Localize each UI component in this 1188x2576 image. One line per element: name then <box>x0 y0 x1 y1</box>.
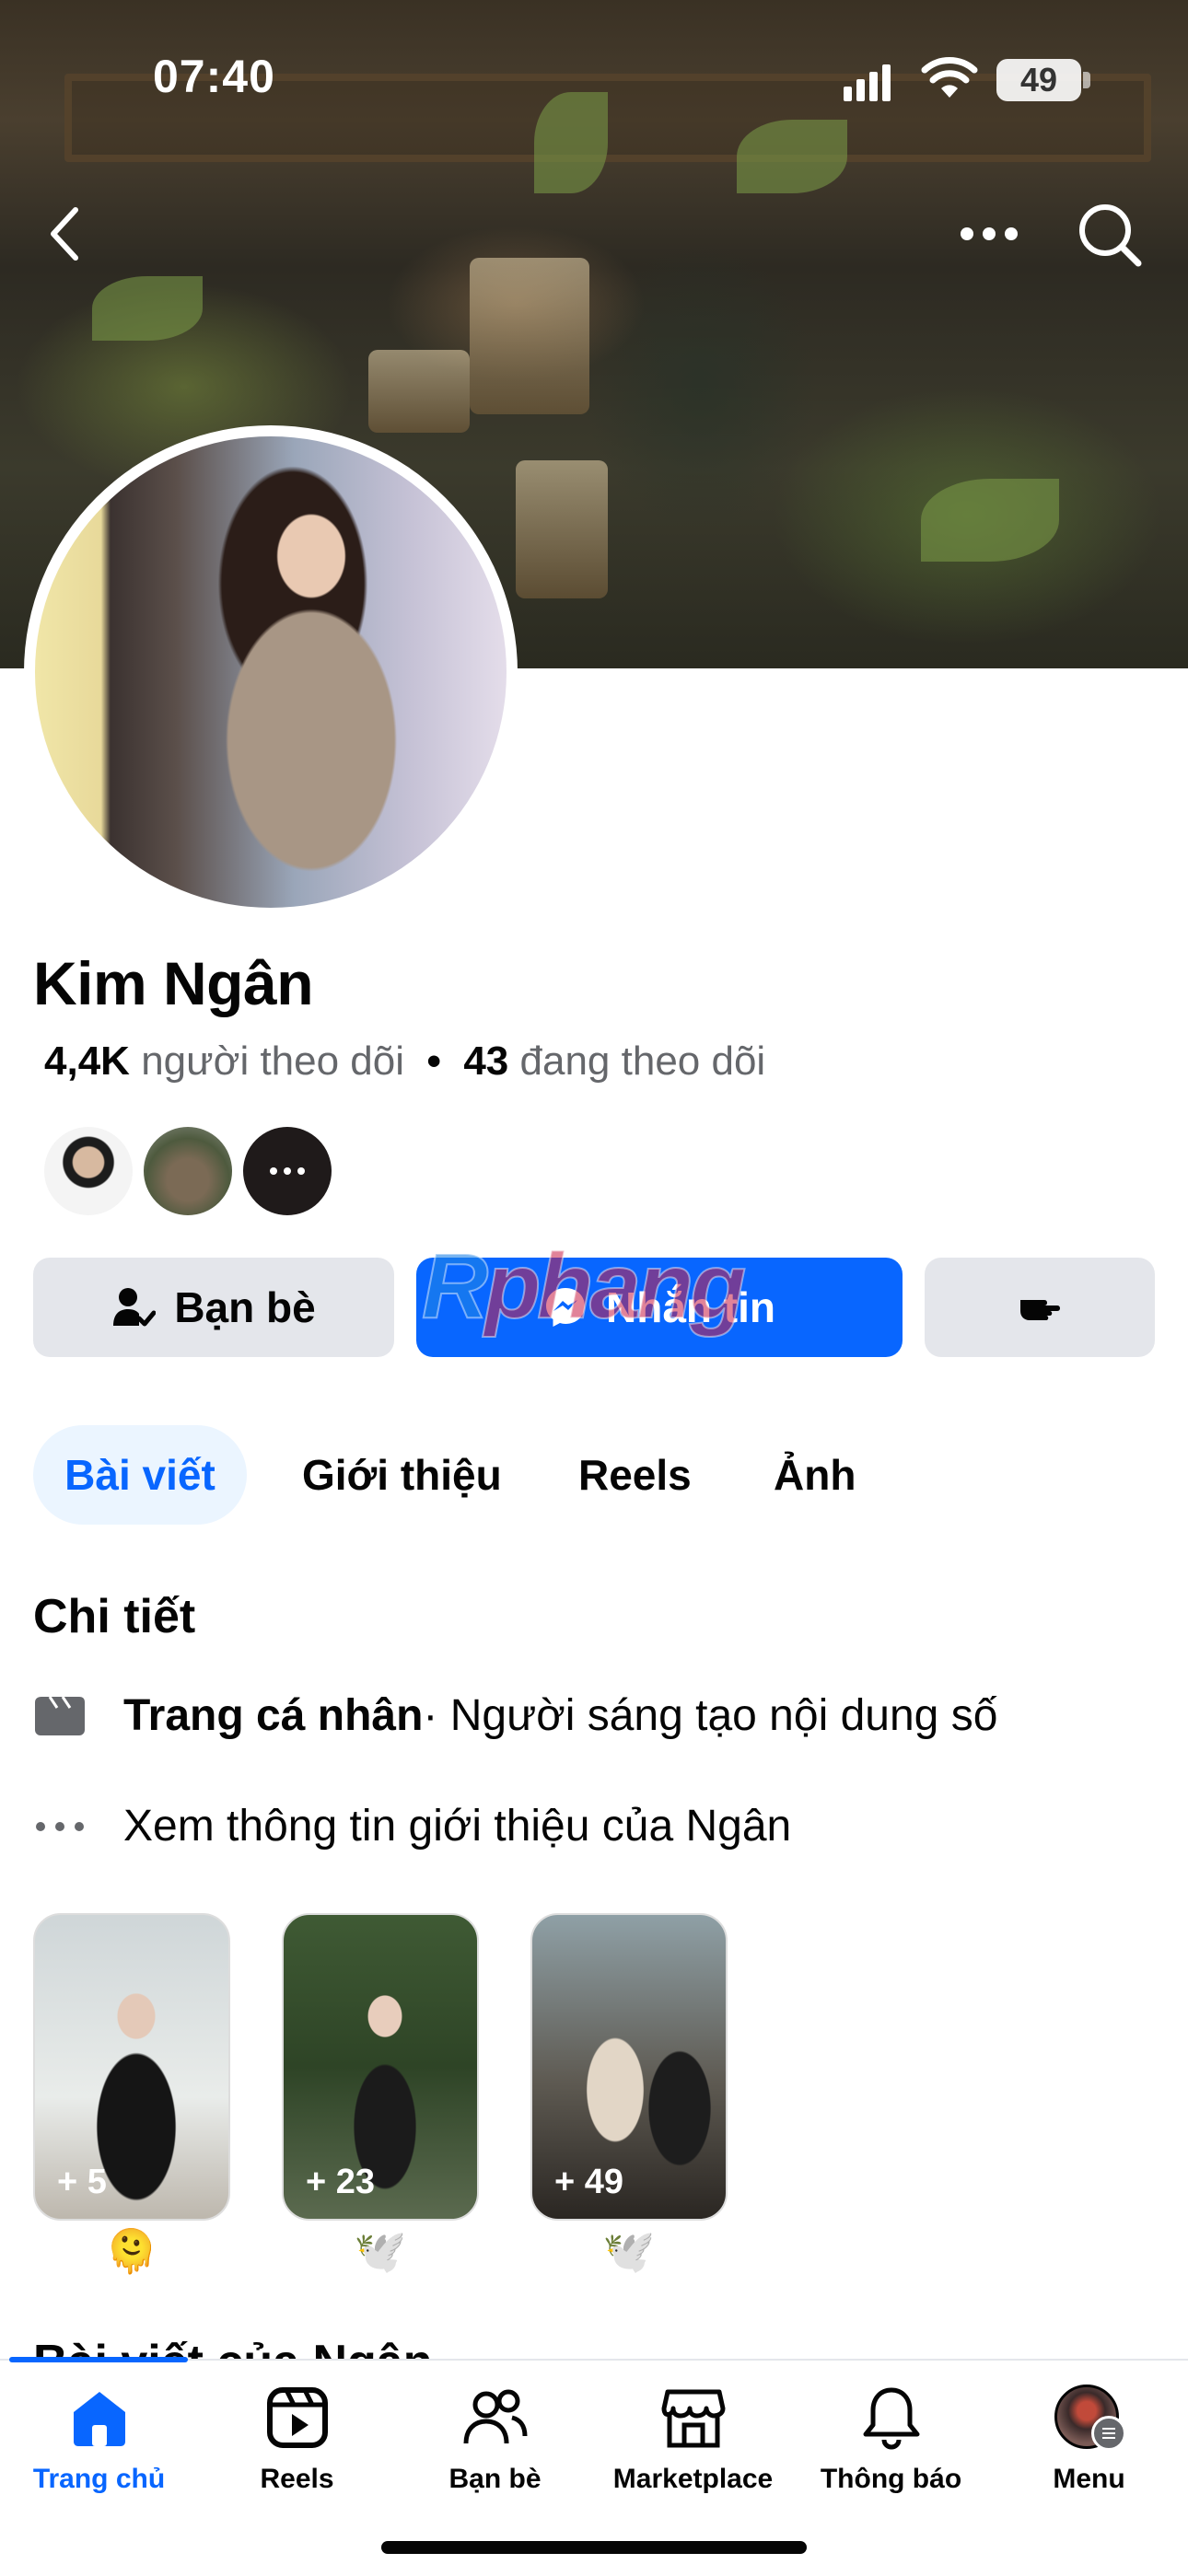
message-button[interactable]: Nhắn tin <box>416 1258 903 1357</box>
see-about-label: Xem thông tin giới thiệu của Ngân <box>123 1802 792 1851</box>
followers-count: 4,4K <box>44 1039 130 1084</box>
home-icon <box>73 2392 125 2446</box>
cellular-signal-icon <box>844 64 891 101</box>
page-type-row: Trang cá nhân · Người sáng tạo nội dung … <box>33 1690 997 1741</box>
page-category-icon <box>35 1695 85 1735</box>
profile-name: Kim Ngân <box>33 949 314 1017</box>
battery-indicator: 49 <box>996 59 1081 101</box>
friends-button-label: Bạn bè <box>174 1283 316 1331</box>
story-highlight[interactable]: + 49 <box>530 1913 728 2221</box>
following-count: 43 <box>463 1039 509 1084</box>
nav-label: Thông báo <box>820 2464 962 2494</box>
highlight-emoji: 🫠 <box>105 2227 158 2275</box>
details-heading: Chi tiết <box>33 1590 196 1643</box>
ellipsis-icon <box>270 1167 305 1175</box>
friends-icon <box>463 2389 527 2444</box>
wifi-icon <box>921 57 978 98</box>
highlight-emoji: 🕊️ <box>354 2227 407 2275</box>
tab-photos[interactable]: Ảnh <box>774 1425 856 1525</box>
nav-notifications[interactable]: Thông báo <box>792 2385 990 2495</box>
page-type-bold: Trang cá nhân <box>123 1691 424 1740</box>
tab-about[interactable]: Giới thiệu <box>302 1425 502 1525</box>
friends-button[interactable]: Bạn bè <box>33 1258 394 1357</box>
follow-stats[interactable]: 4,4K người theo dõi • 43 đang theo dõi <box>44 1039 765 1085</box>
cover-decor <box>368 350 470 433</box>
home-indicator <box>381 2541 807 2554</box>
cover-decor <box>737 120 847 193</box>
nav-home[interactable]: Trang chủ <box>0 2385 198 2495</box>
tab-reels[interactable]: Reels <box>578 1425 692 1525</box>
menu-badge-icon <box>1090 2416 1126 2451</box>
nav-label: Marketplace <box>612 2464 774 2494</box>
nav-label: Menu <box>1053 2464 1125 2494</box>
reels-icon <box>266 2387 328 2448</box>
stats-separator: • <box>426 1039 441 1084</box>
menu-avatar <box>1053 2385 1126 2451</box>
nav-label: Reels <box>260 2464 334 2494</box>
nav-active-indicator <box>9 2357 188 2362</box>
highlight-count: + 49 <box>554 2163 624 2201</box>
nav-label: Bạn bè <box>448 2464 542 2494</box>
nav-menu[interactable]: Menu <box>990 2385 1188 2495</box>
profile-avatar[interactable] <box>35 436 507 908</box>
highlight-emoji: 🕊️ <box>602 2227 656 2275</box>
mutual-friend-avatar[interactable] <box>140 1123 236 1219</box>
back-arrow-icon[interactable] <box>46 204 83 263</box>
battery-tip <box>1083 72 1090 88</box>
cover-decor <box>534 92 608 193</box>
nav-friends[interactable]: Bạn bè <box>396 2385 594 2495</box>
nav-marketplace[interactable]: Marketplace <box>594 2385 792 2495</box>
tab-posts[interactable]: Bài viết <box>33 1425 247 1525</box>
marketplace-icon <box>661 2389 725 2448</box>
search-icon[interactable] <box>1076 201 1144 269</box>
page-type-rest: · Người sáng tạo nội dung số <box>423 1691 998 1740</box>
more-actions-button[interactable] <box>925 1258 1155 1357</box>
following-label: đang theo dõi <box>519 1039 766 1084</box>
story-highlight[interactable]: + 5 <box>33 1913 230 2221</box>
bell-icon <box>863 2387 919 2450</box>
more-friends-avatar[interactable] <box>239 1123 335 1219</box>
cover-decor <box>516 460 608 598</box>
messenger-icon <box>546 1288 585 1327</box>
highlight-count: + 5 <box>57 2163 107 2201</box>
cover-decor <box>470 258 589 414</box>
highlight-count: + 23 <box>306 2163 376 2201</box>
see-about-row[interactable]: Xem thông tin giới thiệu của Ngân <box>33 1801 791 1851</box>
cover-decor <box>92 276 203 341</box>
status-time: 07:40 <box>153 51 275 102</box>
story-highlight[interactable]: + 23 <box>282 1913 479 2221</box>
cover-decor <box>921 479 1059 562</box>
mutual-friend-avatar[interactable] <box>41 1123 136 1219</box>
pointing-hand-icon <box>1020 1300 1060 1320</box>
followers-label: người theo dõi <box>141 1039 405 1084</box>
nav-reels[interactable]: Reels <box>198 2385 396 2495</box>
ellipsis-icon <box>36 1821 84 1831</box>
more-options-icon[interactable] <box>960 223 1019 245</box>
nav-label: Trang chủ <box>32 2464 166 2494</box>
friend-check-icon <box>113 1288 157 1327</box>
message-button-label: Nhắn tin <box>606 1283 775 1331</box>
